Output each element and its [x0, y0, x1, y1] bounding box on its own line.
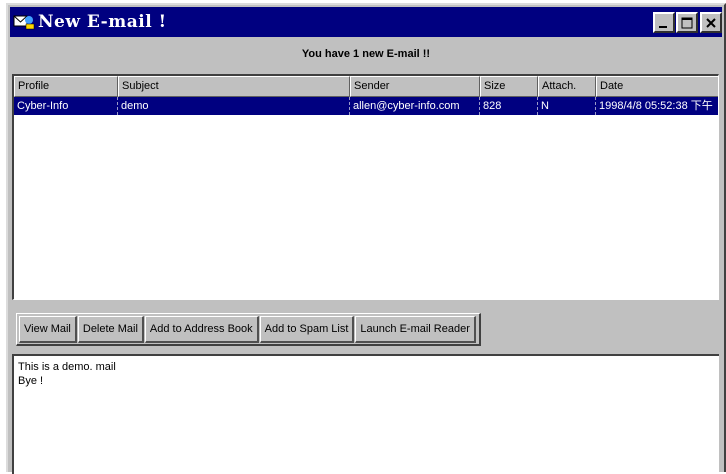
column-header-size[interactable]: Size — [480, 76, 538, 97]
minimize-icon — [659, 25, 667, 28]
mail-app-icon — [13, 15, 35, 30]
table-row[interactable]: Cyber-Info demo allen@cyber-info.com 828… — [14, 97, 718, 115]
action-toolbar: View Mail Delete Mail Add to Address Boo… — [16, 313, 481, 346]
maximize-button[interactable] — [676, 12, 698, 33]
view-mail-button[interactable]: View Mail — [19, 316, 77, 343]
minimize-button[interactable] — [653, 12, 675, 33]
add-to-address-book-button[interactable]: Add to Address Book — [144, 316, 259, 343]
cell-attach: N — [538, 97, 596, 115]
close-button[interactable] — [700, 12, 722, 33]
add-to-spam-list-button[interactable]: Add to Spam List — [259, 316, 355, 343]
close-icon — [706, 17, 716, 28]
mail-list[interactable]: Profile Subject Sender Size Attach. Date… — [12, 74, 719, 300]
message-line: Bye ! — [18, 375, 44, 387]
column-header-subject[interactable]: Subject — [118, 76, 350, 97]
cell-profile: Cyber-Info — [14, 97, 118, 115]
table-header: Profile Subject Sender Size Attach. Date — [14, 76, 718, 97]
column-header-date[interactable]: Date — [596, 76, 718, 97]
column-header-sender[interactable]: Sender — [350, 76, 480, 97]
column-header-attach[interactable]: Attach. — [538, 76, 596, 97]
cell-date: 1998/4/8 05:52:38 下午 — [599, 100, 713, 112]
new-mail-notice: You have 1 new E-mail !! — [301, 48, 431, 60]
cell-size: 828 — [480, 97, 538, 115]
message-preview[interactable]: This is a demo. mail Bye ! — [12, 354, 719, 474]
column-header-profile[interactable]: Profile — [14, 76, 118, 97]
cell-subject: demo — [118, 97, 350, 115]
launch-email-reader-button[interactable]: Launch E-mail Reader — [355, 316, 476, 343]
delete-mail-button[interactable]: Delete Mail — [77, 316, 144, 343]
email-notification-window: New E-mail ! You have 1 new E-mail !! Pr… — [6, 3, 726, 474]
message-line: This is a demo. mail — [18, 361, 116, 373]
title-bar[interactable]: New E-mail ! — [10, 7, 722, 37]
window-title: New E-mail ! — [38, 12, 167, 32]
cell-sender: allen@cyber-info.com — [350, 97, 480, 115]
maximize-icon — [681, 17, 693, 28]
